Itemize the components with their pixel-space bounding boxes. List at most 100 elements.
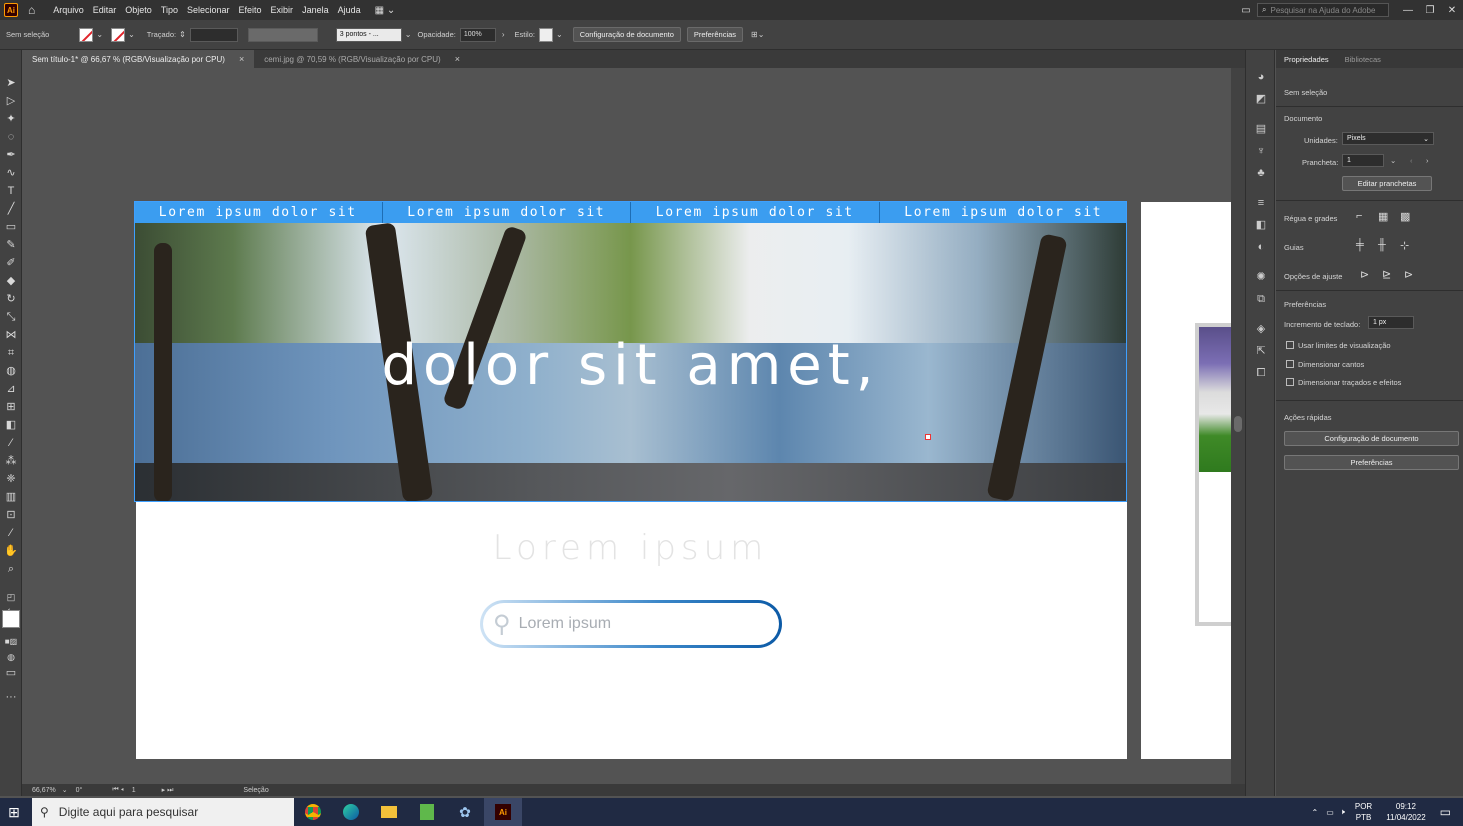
ruler-icon[interactable]: ⌐ [1356, 210, 1362, 222]
grid-icon[interactable]: ▦ [1378, 210, 1388, 223]
chevron-down-icon[interactable]: ⌄ [556, 30, 563, 39]
eraser-tool-icon[interactable]: ◆ [3, 274, 19, 289]
close-icon[interactable]: × [455, 54, 460, 64]
image-frame[interactable] [1195, 323, 1235, 626]
menu-arquivo[interactable]: Arquivo [53, 5, 84, 15]
windows-start-icon[interactable]: ⊞ [0, 804, 28, 821]
preview-bounds-checkbox[interactable] [1286, 341, 1294, 349]
artboard-nav-icon[interactable]: ⏮ ◂ [112, 786, 123, 794]
chevron-down-icon[interactable]: ⌄ [96, 30, 103, 39]
layers-panel-icon[interactable]: ◈ [1254, 322, 1268, 336]
gradient-panel-icon[interactable]: ◧ [1254, 218, 1268, 232]
artboard-number[interactable]: 1 [132, 787, 136, 794]
more-tools-icon[interactable]: ··· [3, 690, 19, 705]
shape-builder-tool-icon[interactable]: ◍ [3, 364, 19, 379]
rotate-tool-icon[interactable]: ↻ [3, 292, 19, 307]
smart-guides-icon[interactable]: ⊹ [1400, 239, 1409, 252]
keyboard-increment-field[interactable]: 1 px [1368, 316, 1414, 329]
artboard-next-icon[interactable]: ▸ ⏭ [162, 786, 174, 795]
tab-cemi[interactable]: cemi.jpg @ 70,59 % (RGB/Visualização por… [254, 50, 470, 68]
variable-width-field[interactable] [247, 27, 318, 42]
snap-pixel-icon[interactable]: ⊳ [1404, 268, 1413, 281]
anchor-point[interactable] [925, 434, 931, 440]
menu-exibir[interactable]: Exibir [271, 5, 294, 15]
vertical-scrollbar[interactable] [1231, 68, 1245, 784]
stepper-icon[interactable]: ⇕ [179, 30, 186, 39]
snap-grid-icon[interactable]: ⊵ [1382, 268, 1391, 281]
close-icon[interactable]: × [239, 54, 244, 64]
help-search-input[interactable]: ⌕ Pesquisar na Ajuda do Adobe [1257, 3, 1389, 17]
chevron-down-icon[interactable]: ⌄ [405, 30, 412, 39]
menu-selecionar[interactable]: Selecionar [187, 5, 230, 15]
canvas[interactable]: dolor sit amet, Lorem ipsum dolor sit Lo… [22, 68, 1245, 784]
search-input[interactable]: ⚲ Lorem ipsum [480, 600, 782, 648]
symbols-panel-icon[interactable]: ♣ [1254, 166, 1268, 180]
arrange-icon[interactable]: ▭ [1235, 5, 1257, 16]
screen-mode-icon[interactable]: ▭ [3, 666, 19, 681]
scale-corners-checkbox[interactable] [1286, 360, 1294, 368]
perspective-grid-tool-icon[interactable]: ⊿ [3, 382, 19, 397]
color-mode-icon[interactable]: ■▨ [3, 634, 19, 649]
direct-selection-tool-icon[interactable]: ▷ [3, 94, 19, 109]
menu-editar[interactable]: Editar [93, 5, 117, 15]
column-graph-tool-icon[interactable]: ▥ [3, 490, 19, 505]
restore-icon[interactable]: ❐ [1419, 5, 1441, 16]
home-icon[interactable]: ⌂ [28, 3, 35, 17]
opacity-field[interactable]: 100% [459, 27, 496, 42]
workspace-switcher-icon[interactable]: ▦ ⌄ [375, 5, 396, 16]
stroke-swatch[interactable] [111, 27, 126, 42]
minimize-icon[interactable]: — [1397, 5, 1419, 16]
magic-wand-tool-icon[interactable]: ✦ [3, 112, 19, 127]
pen-tool-icon[interactable]: ✒ [3, 148, 19, 163]
blend-tool-icon[interactable]: ⁂ [3, 454, 19, 469]
menu-janela[interactable]: Janela [302, 5, 329, 15]
free-transform-tool-icon[interactable]: ⌗ [3, 346, 19, 361]
tab-untitled[interactable]: Sem título-1* @ 66,67 % (RGB/Visualizaçã… [22, 50, 255, 68]
tab-properties[interactable]: Propriedades [1276, 55, 1337, 64]
cemetery-photo[interactable] [1199, 327, 1235, 472]
transparency-panel-icon[interactable]: ◐ [1254, 240, 1268, 254]
eyedropper-tool-icon[interactable]: ⁄ [3, 436, 19, 451]
properties-panel-icon[interactable]: ◩ [1254, 92, 1268, 106]
menu-tipo[interactable]: Tipo [161, 5, 178, 15]
chevron-down-icon[interactable]: ⌄ [128, 30, 135, 39]
next-artboard-icon[interactable]: › [1426, 156, 1429, 165]
brushes-panel-icon[interactable]: ♆ [1254, 144, 1268, 158]
menu-efeito[interactable]: Efeito [239, 5, 262, 15]
symbol-sprayer-tool-icon[interactable]: ❈ [3, 472, 19, 487]
notepad-icon[interactable] [408, 798, 446, 826]
align-icon[interactable]: ⊞⌄ [751, 30, 764, 39]
draw-mode-icon[interactable]: ◍ [3, 650, 19, 665]
menu-ajuda[interactable]: Ajuda [338, 5, 361, 15]
language-indicator[interactable]: POR PTB [1355, 801, 1372, 823]
pixel-grid-icon[interactable]: ▩ [1400, 210, 1410, 223]
brush-field[interactable]: 3 pontos - ... [335, 27, 402, 42]
document-setup-button[interactable]: Configuração de documento [572, 27, 681, 42]
stroke-panel-icon[interactable]: ≡ [1254, 196, 1268, 210]
chevron-down-icon[interactable]: ⌄ [1390, 156, 1396, 165]
hand-tool-icon[interactable]: ✋ [3, 544, 19, 559]
previous-artboard-icon[interactable]: ‹ [1410, 156, 1413, 165]
taskbar-search-input[interactable]: ⚲ Digite aqui para pesquisar [32, 798, 294, 826]
document-setup-button[interactable]: Configuração de documento [1284, 431, 1459, 446]
paintbrush-tool-icon[interactable]: ✎ [3, 238, 19, 253]
color-panel-icon[interactable]: ◕ [1254, 70, 1268, 84]
artboards-panel-icon[interactable]: ⧠ [1254, 366, 1268, 380]
menu-objeto[interactable]: Objeto [125, 5, 152, 15]
network-icon[interactable]: ▭ [1326, 808, 1334, 817]
edge-icon[interactable] [332, 798, 370, 826]
export-panel-icon[interactable]: ⇱ [1254, 344, 1268, 358]
paint-icon[interactable]: ✿ [446, 798, 484, 826]
shaper-tool-icon[interactable]: ✐ [3, 256, 19, 271]
edit-artboards-button[interactable]: Editar pranchetas [1342, 176, 1432, 191]
mesh-tool-icon[interactable]: ⊞ [3, 400, 19, 415]
style-swatch[interactable] [538, 27, 553, 42]
units-select[interactable]: Pixels ⌄ [1342, 132, 1434, 145]
snap-point-icon[interactable]: ⊳ [1360, 268, 1369, 281]
tab-libraries[interactable]: Bibliotecas [1337, 55, 1389, 64]
guides-icon[interactable]: ╪ [1356, 239, 1364, 251]
graphic-styles-panel-icon[interactable]: ⧉ [1254, 292, 1268, 306]
slice-tool-icon[interactable]: ⁄ [3, 526, 19, 541]
chevron-right-icon[interactable]: › [502, 30, 505, 39]
illustrator-taskbar-icon[interactable]: Ai [484, 798, 522, 826]
